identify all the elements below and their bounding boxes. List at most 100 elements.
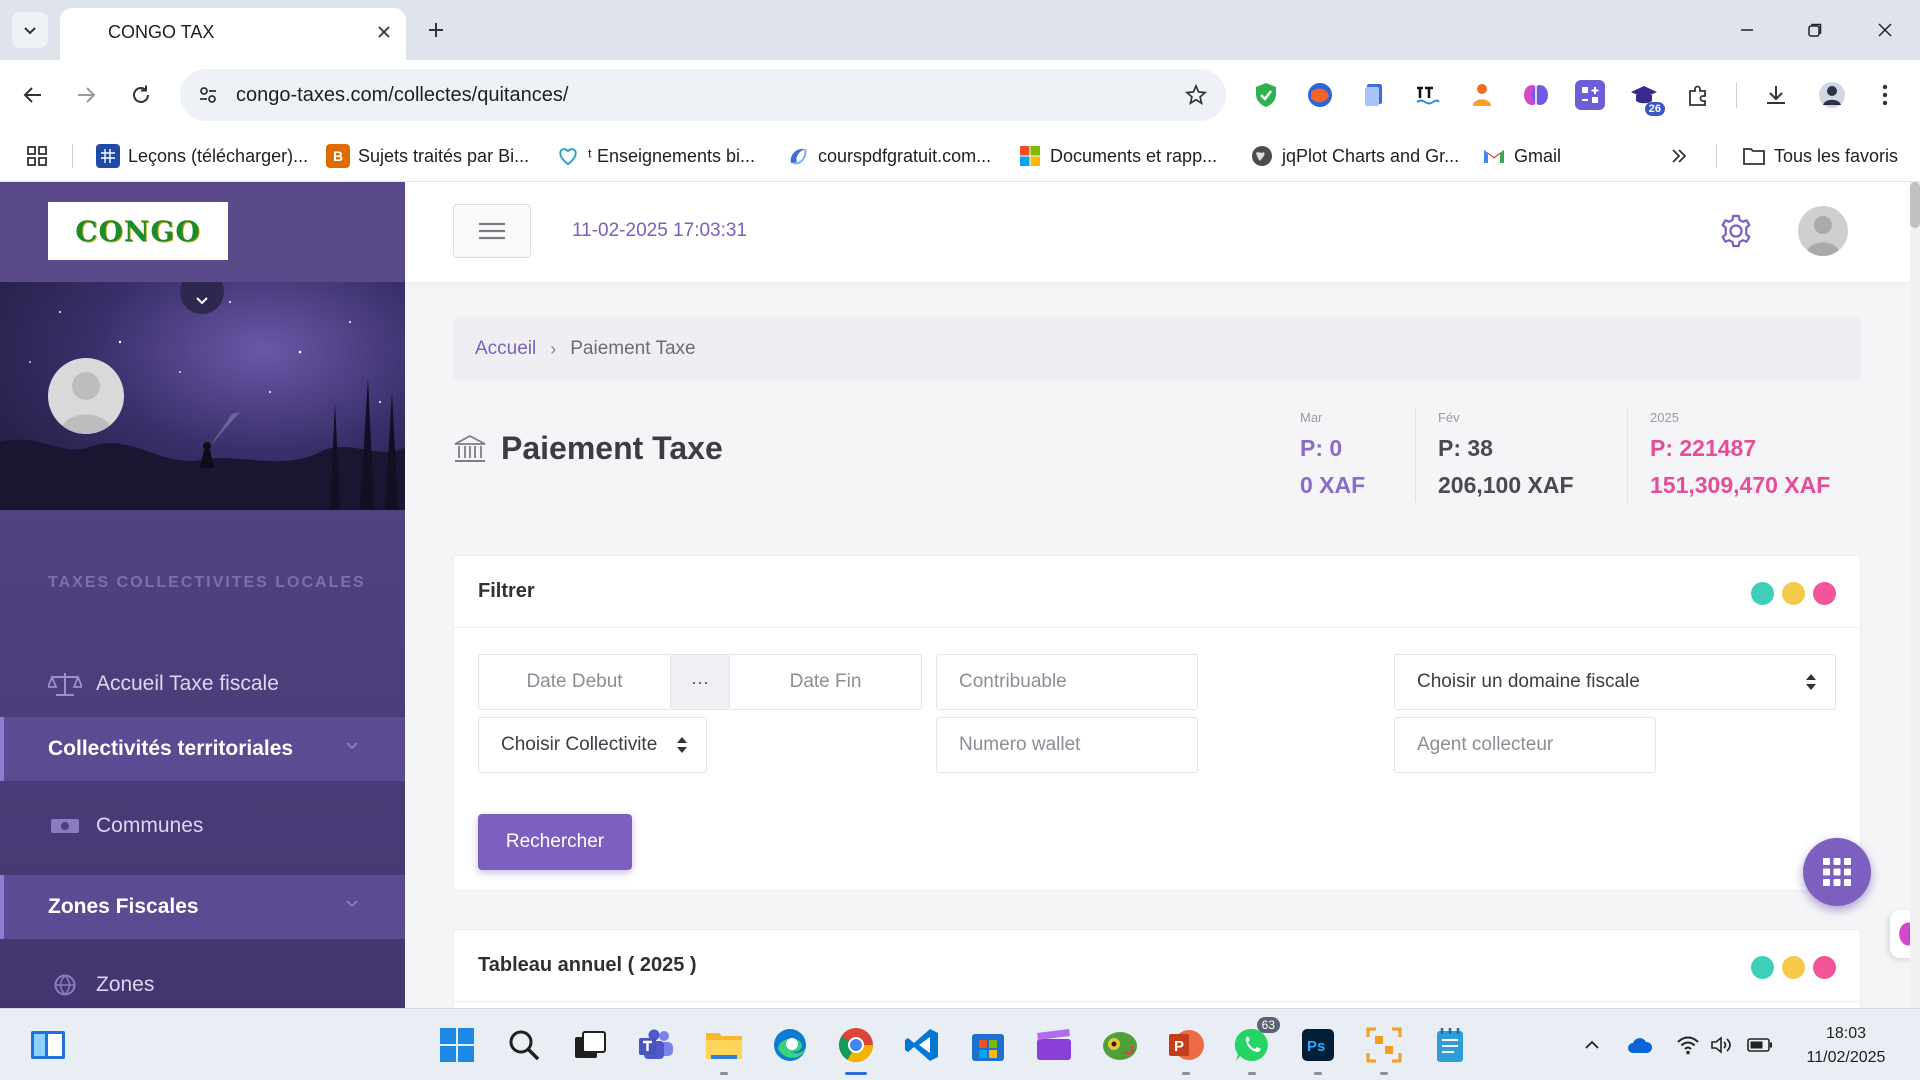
forward-button[interactable] [68, 77, 104, 113]
numero-wallet-input[interactable]: Numero wallet [936, 717, 1198, 773]
vscode-app[interactable] [900, 1023, 944, 1067]
onedrive-tray[interactable] [1626, 1033, 1654, 1057]
bookmark-sujets[interactable]: B Sujets traités par Bi... [326, 141, 529, 171]
page-scrollbar[interactable] [1910, 182, 1920, 1008]
browser-globe-extension[interactable] [1305, 80, 1335, 110]
tab-close-button[interactable] [370, 18, 398, 46]
graduation-extension[interactable]: 26 [1629, 80, 1665, 116]
yellow-dot-button[interactable] [1782, 956, 1805, 979]
chameleon-app[interactable] [1098, 1023, 1142, 1067]
site-info-button[interactable] [194, 81, 222, 109]
globe-icon [1250, 144, 1274, 168]
date-debut-input[interactable]: Date Debut [478, 654, 671, 710]
sidebar-item-accueil-taxe[interactable]: Accueil Taxe fiscale [0, 652, 405, 716]
search-button[interactable]: Rechercher [478, 814, 632, 870]
page-scrollbar-thumb[interactable] [1910, 182, 1920, 228]
bank-icon [454, 434, 486, 462]
store-app[interactable] [966, 1023, 1010, 1067]
breadcrumb-current: Paiement Taxe [570, 338, 696, 359]
domaine-fiscale-value: Choisir un domaine fiscale [1417, 671, 1640, 692]
bookmark-gmail[interactable]: Gmail [1482, 141, 1561, 171]
domaine-fiscale-select[interactable]: Choisir un domaine fiscale [1394, 654, 1836, 710]
extensions-button[interactable] [1683, 80, 1713, 110]
show-hidden-icons-button[interactable] [1578, 1033, 1606, 1057]
sidebar-item-zones[interactable]: Zones [0, 953, 405, 1008]
sidebar-toggle-button[interactable] [453, 204, 531, 258]
search-button[interactable] [502, 1023, 546, 1067]
edge-app[interactable] [768, 1023, 812, 1067]
snipping-app[interactable] [1362, 1023, 1406, 1075]
bookmark-documents[interactable]: Documents et rapp... [1018, 141, 1217, 171]
yellow-dot-button[interactable] [1782, 582, 1805, 605]
widgets-button[interactable] [26, 1023, 70, 1067]
bookmark-label: Documents et rapp... [1050, 145, 1218, 166]
tab-list-button[interactable] [12, 12, 48, 48]
collectivite-value: Choisir Collectivite [501, 734, 658, 755]
sidebar-group-zones-fiscales[interactable]: Zones Fiscales [0, 875, 405, 939]
new-tab-button[interactable] [420, 14, 452, 46]
app-logo[interactable]: CONGO [48, 202, 228, 260]
sidebar-group-collectivites[interactable]: Collectivités territoriales [0, 717, 405, 781]
chrome-app[interactable] [834, 1023, 878, 1075]
volume-tray[interactable] [1708, 1033, 1736, 1057]
bookmark-lecons[interactable]: Leçons (télécharger)... [96, 141, 308, 171]
heart-outline-icon [556, 144, 580, 168]
breadcrumb-home-link[interactable]: Accueil [475, 338, 536, 360]
gear-icon [1721, 214, 1751, 248]
pink-dot-button[interactable] [1813, 956, 1836, 979]
letter-b-icon: B [326, 144, 350, 168]
current-datetime: 11-02-2025 17:03:31 [572, 220, 748, 241]
person-extension[interactable] [1467, 80, 1497, 110]
header-user-avatar[interactable] [1798, 206, 1848, 256]
notepad-app[interactable] [1428, 1023, 1472, 1067]
contribuable-input[interactable]: Contribuable [936, 654, 1198, 710]
all-bookmarks-folder[interactable]: Tous les favoris [1742, 141, 1898, 171]
downloads-button[interactable] [1761, 80, 1791, 110]
bookmark-jqplot[interactable]: jqPlot Charts and Gr... [1250, 141, 1459, 171]
teams-app[interactable] [634, 1023, 678, 1067]
restore-button[interactable] [1790, 10, 1840, 50]
more-bookmarks-button[interactable] [1670, 141, 1688, 171]
file-explorer-app[interactable] [702, 1023, 746, 1075]
collectivite-select[interactable]: Choisir Collectivite [478, 717, 707, 773]
whatsapp-app[interactable]: 63 [1230, 1017, 1280, 1075]
browser-menu-button[interactable] [1870, 80, 1900, 110]
close-window-button[interactable] [1860, 10, 1910, 50]
apps-button[interactable] [26, 141, 48, 171]
minimize-button[interactable] [1722, 10, 1772, 50]
profile-button[interactable] [1817, 80, 1847, 110]
agent-collecteur-input[interactable]: Agent collecteur [1394, 717, 1656, 773]
system-clock[interactable]: 18:03 11/02/2025 [1796, 1022, 1896, 1070]
quick-menu-fab[interactable] [1803, 838, 1871, 906]
date-fin-input[interactable]: Date Fin [729, 654, 922, 710]
shield-extension[interactable] [1251, 80, 1281, 110]
bookmark-courspdf[interactable]: courspdfgratuit.com... [786, 141, 991, 171]
copy-extension[interactable] [1359, 80, 1389, 110]
bookmark-star-button[interactable] [1182, 81, 1210, 109]
start-button[interactable] [435, 1023, 479, 1067]
sidebar-item-label: Accueil Taxe fiscale [96, 672, 279, 695]
browser-tab-active[interactable]: CONGO TAX [60, 8, 406, 60]
pink-dot-button[interactable] [1813, 582, 1836, 605]
settings-button[interactable] [1717, 212, 1755, 250]
address-bar[interactable]: congo-taxes.com/collectes/quitances/ [180, 69, 1226, 121]
clipchamp-app[interactable] [1032, 1023, 1076, 1067]
card-window-dots [1751, 956, 1836, 979]
svg-text:Ps: Ps [1307, 1038, 1325, 1055]
teal-dot-button[interactable] [1751, 582, 1774, 605]
photoshop-app[interactable]: Ps [1296, 1023, 1340, 1075]
teal-dot-button[interactable] [1751, 956, 1774, 979]
battery-tray[interactable] [1746, 1033, 1774, 1057]
sidebar-item-communes[interactable]: Communes [0, 794, 405, 858]
task-view-button[interactable] [568, 1023, 612, 1067]
tab-favicon-icon [76, 24, 96, 44]
languagetool-extension[interactable] [1413, 80, 1443, 110]
back-button[interactable] [15, 77, 51, 113]
brain-extension[interactable] [1521, 80, 1551, 110]
wifi-tray[interactable] [1674, 1033, 1702, 1057]
reload-button[interactable] [123, 77, 159, 113]
powerpoint-app[interactable]: P [1164, 1023, 1208, 1075]
user-avatar[interactable] [48, 358, 124, 434]
puzzle-grid-extension[interactable] [1575, 80, 1605, 110]
bookmark-enseignements[interactable]: ᵗ Enseignements bi... [556, 141, 755, 171]
